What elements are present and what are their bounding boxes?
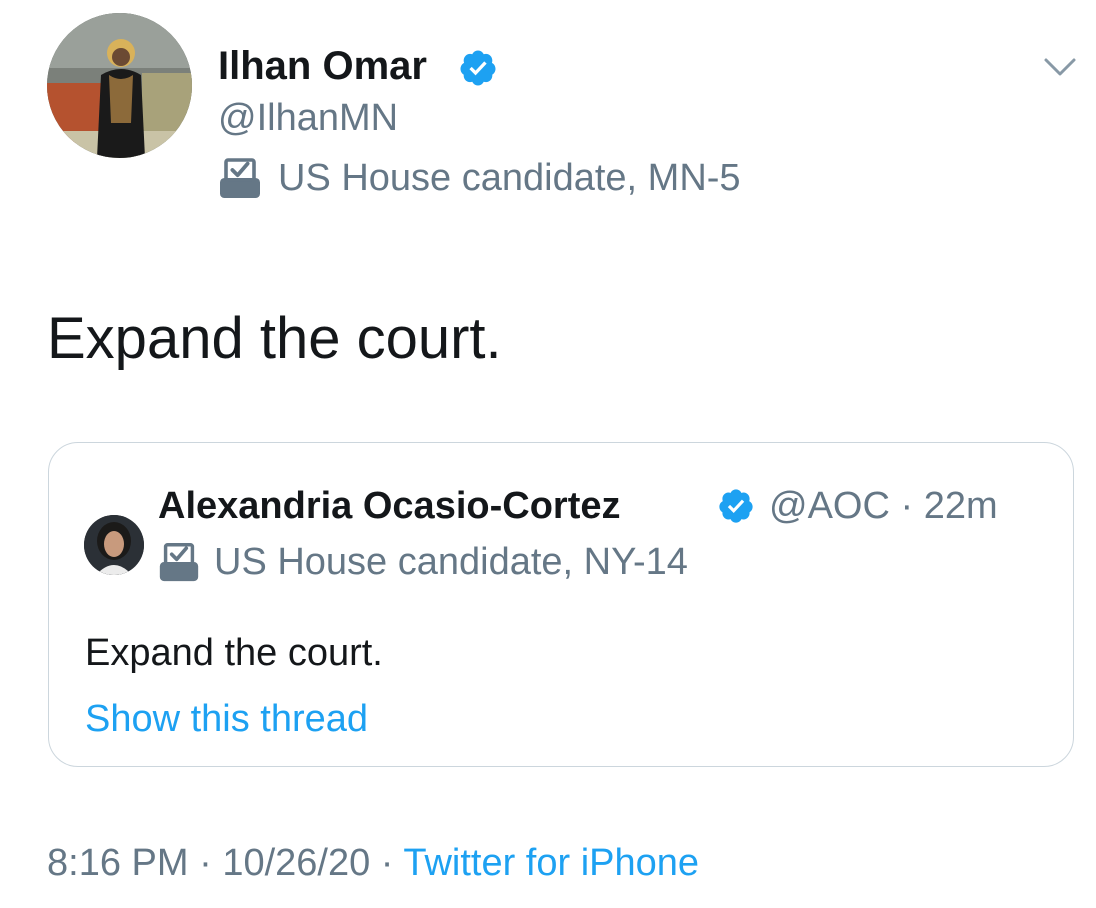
quoted-account-label-text: US House candidate, NY-14: [214, 540, 688, 583]
tweet-date[interactable]: 10/26/20: [222, 842, 370, 884]
quoted-author-avatar[interactable]: [84, 515, 144, 575]
show-thread-link[interactable]: Show this thread: [85, 696, 368, 742]
footer-separator: ·: [199, 842, 212, 884]
ballot-box-icon: [220, 158, 260, 198]
account-label-text: US House candidate, MN-5: [278, 156, 741, 199]
tweet: Ilhan Omar @IlhanMN US House candidate, …: [0, 0, 1096, 908]
quoted-timestamp[interactable]: 22m: [924, 485, 998, 527]
chevron-down-icon[interactable]: [1040, 50, 1080, 82]
verified-badge-icon: [460, 50, 496, 86]
ballot-box-icon: [159, 543, 199, 582]
quoted-tweet-text: Expand the court.: [85, 632, 383, 674]
author-name[interactable]: Ilhan Omar: [218, 42, 427, 90]
footer-separator: ·: [380, 842, 394, 884]
quoted-author-handle[interactable]: @AOC: [769, 485, 890, 527]
tweet-source-link[interactable]: Twitter for iPhone: [403, 842, 699, 884]
account-label: US House candidate, MN-5: [216, 150, 741, 206]
author-handle[interactable]: @IlhanMN: [218, 95, 398, 141]
quoted-author-name[interactable]: Alexandria Ocasio-Cortez: [158, 483, 620, 529]
quoted-tweet-card[interactable]: Alexandria Ocasio-Cortez @AOC · 22m US H…: [48, 442, 1074, 767]
tweet-footer: 8:16 PM · 10/26/20 · Twitter for iPhone: [47, 840, 699, 886]
author-avatar[interactable]: [47, 13, 192, 158]
tweet-time[interactable]: 8:16 PM: [47, 842, 189, 884]
meta-separator: ·: [900, 485, 914, 527]
quoted-meta: @AOC · 22m: [769, 483, 998, 529]
verified-badge-icon: [719, 489, 753, 523]
tweet-text: Expand the court.: [47, 306, 502, 371]
quoted-account-label: US House candidate, NY-14: [156, 535, 688, 589]
